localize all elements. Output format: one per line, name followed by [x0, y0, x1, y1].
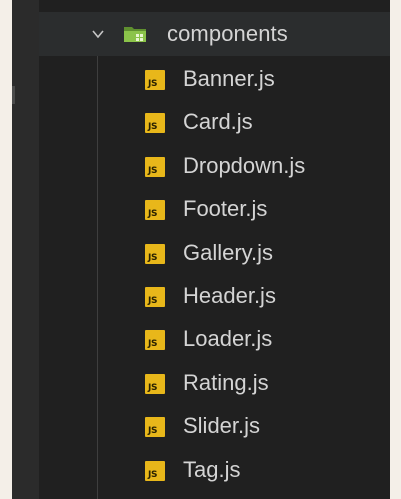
javascript-file-icon: JS	[145, 156, 165, 177]
file-item-banner[interactable]: JS Banner.js	[39, 56, 390, 99]
file-item-dropdown[interactable]: JS Dropdown.js	[39, 143, 390, 186]
javascript-file-icon: JS	[145, 417, 165, 438]
file-label: Card.js	[183, 109, 253, 135]
file-item-loader[interactable]: JS Loader.js	[39, 316, 390, 359]
javascript-file-icon: JS	[145, 243, 165, 264]
activity-bar	[12, 0, 39, 499]
activity-indicator	[12, 86, 15, 104]
file-item-slider[interactable]: JS Slider.js	[39, 403, 390, 446]
file-list: JS Banner.js JS Card.js JS Dropdown.js J…	[39, 56, 390, 490]
file-label: Slider.js	[183, 413, 261, 439]
folder-label: components	[167, 21, 288, 46]
javascript-file-icon: JS	[145, 330, 165, 351]
folder-row-components[interactable]: components	[39, 12, 390, 56]
window-frame: components JS Banner.js JS Card.js JS Dr…	[0, 0, 401, 499]
file-item-header[interactable]: JS Header.js	[39, 273, 390, 316]
file-item-card[interactable]: JS Card.js	[39, 99, 390, 142]
chevron-down-icon[interactable]	[91, 27, 105, 41]
file-label: Dropdown.js	[183, 152, 306, 178]
file-item-gallery[interactable]: JS Gallery.js	[39, 230, 390, 273]
file-label: Loader.js	[183, 326, 273, 352]
file-label: Rating.js	[183, 369, 269, 395]
javascript-file-icon: JS	[145, 373, 165, 394]
file-label: Tag.js	[183, 456, 241, 482]
javascript-file-icon: JS	[145, 286, 165, 307]
folder-components-icon	[124, 27, 146, 42]
file-item-footer[interactable]: JS Footer.js	[39, 186, 390, 229]
file-explorer: components JS Banner.js JS Card.js JS Dr…	[39, 0, 390, 499]
javascript-file-icon: JS	[145, 70, 165, 90]
javascript-file-icon: JS	[145, 460, 165, 481]
file-item-rating[interactable]: JS Rating.js	[39, 360, 390, 403]
file-label: Gallery.js	[183, 239, 274, 265]
window-edge	[390, 0, 401, 499]
file-label: Footer.js	[183, 196, 268, 222]
file-label: Banner.js	[183, 66, 275, 91]
file-label: Header.js	[183, 282, 276, 308]
javascript-file-icon: JS	[145, 200, 165, 221]
file-item-tag[interactable]: JS Tag.js	[39, 447, 390, 490]
javascript-file-icon: JS	[145, 113, 165, 134]
